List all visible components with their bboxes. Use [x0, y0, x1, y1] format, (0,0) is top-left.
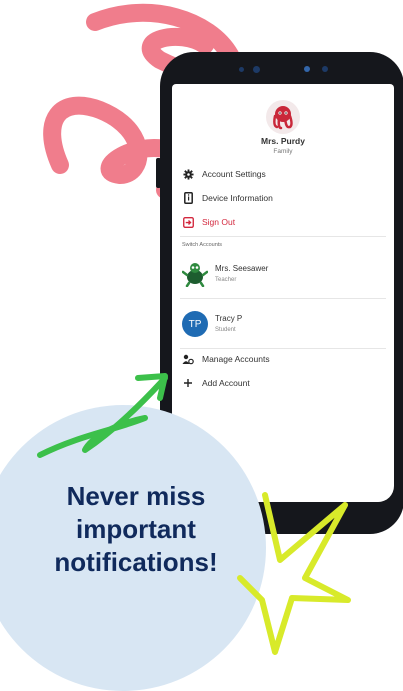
green-arrow-icon: [37, 373, 168, 458]
promo-text: Never miss important notifications!: [54, 481, 218, 577]
yellow-star-icon: [237, 492, 351, 655]
